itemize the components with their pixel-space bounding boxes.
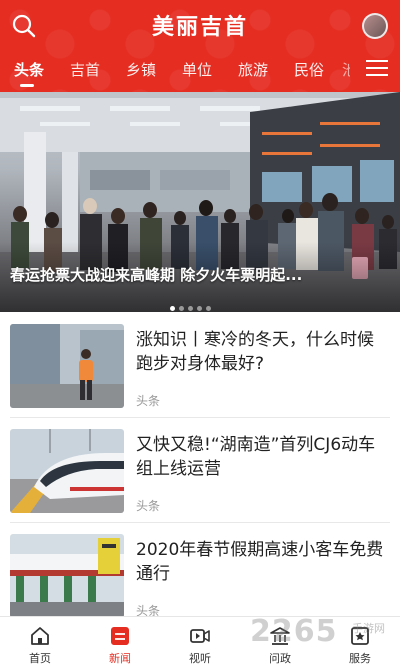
nav-video-label: 视听 xyxy=(189,652,211,665)
tab-jishou[interactable]: 吉首 xyxy=(70,60,100,80)
nav-news[interactable]: 新闻 xyxy=(80,617,160,666)
app-header: 美丽吉首 头条 吉首 乡镇 单位 旅游 民俗 池 xyxy=(0,0,400,92)
carousel-indicator xyxy=(170,296,215,311)
runner-image xyxy=(10,324,124,408)
nav-news-label: 新闻 xyxy=(109,652,131,665)
tab-folk[interactable]: 民俗 xyxy=(294,60,324,80)
divider xyxy=(10,522,390,523)
app-logo: 美丽吉首 xyxy=(151,14,248,40)
news-thumbnail xyxy=(10,534,124,618)
banner-carousel[interactable]: 春运抢票大战迎来高峰期 除夕火车票明起... xyxy=(0,92,400,312)
nav-service-label: 服务 xyxy=(349,652,371,665)
carousel-dot xyxy=(206,306,211,311)
tab-headline[interactable]: 头条 xyxy=(14,60,44,80)
carousel-dot-active xyxy=(170,306,175,311)
channel-tabs: 头条 吉首 乡镇 单位 旅游 民俗 池 xyxy=(0,54,350,92)
carousel-dot xyxy=(179,306,184,311)
news-source: 头条 xyxy=(136,394,161,408)
news-item[interactable]: 涨知识丨寒冷的冬天，什么时候跑步对身体最好? 头条 xyxy=(10,324,390,424)
toll-station-image xyxy=(10,534,124,618)
nav-video[interactable]: 视听 xyxy=(160,617,240,666)
channel-menu-button[interactable] xyxy=(366,60,388,78)
home-icon xyxy=(31,627,49,645)
user-avatar[interactable] xyxy=(362,13,388,39)
site-watermark: 2265 xyxy=(250,614,338,649)
nav-government-label: 问政 xyxy=(269,652,291,665)
tab-units[interactable]: 单位 xyxy=(182,60,212,80)
news-thumbnail xyxy=(10,429,124,513)
top-bar: 美丽吉首 xyxy=(0,0,400,54)
tab-travel[interactable]: 旅游 xyxy=(238,60,268,80)
news-title[interactable]: 又快又稳!“湖南造”首列CJ6动车组上线运营 xyxy=(136,433,390,481)
video-icon xyxy=(190,629,210,643)
divider xyxy=(10,417,390,418)
banner-caption[interactable]: 春运抢票大战迎来高峰期 除夕火车票明起... xyxy=(10,264,390,286)
carousel-dot xyxy=(197,306,202,311)
train-image xyxy=(10,429,124,513)
nav-home-label: 首页 xyxy=(29,652,51,665)
nav-home[interactable]: 首页 xyxy=(0,617,80,666)
news-icon xyxy=(111,627,129,645)
news-item[interactable]: 又快又稳!“湖南造”首列CJ6动车组上线运营 头条 xyxy=(10,429,390,529)
tab-more-partial[interactable]: 池 xyxy=(342,60,350,80)
news-title[interactable]: 2020年春节假期高速小客车免费通行 xyxy=(136,538,390,586)
site-watermark-sub: 手游网 xyxy=(352,622,385,635)
carousel-dot xyxy=(188,306,193,311)
news-title[interactable]: 涨知识丨寒冷的冬天，什么时候跑步对身体最好? xyxy=(136,328,390,376)
search-button[interactable] xyxy=(10,12,38,40)
news-thumbnail xyxy=(10,324,124,408)
active-tab-indicator xyxy=(20,84,34,87)
news-source: 头条 xyxy=(136,499,161,513)
search-icon xyxy=(12,14,36,38)
bottom-navigation: 首页 新闻 视听 问政 服务 xyxy=(0,616,400,666)
tab-towns[interactable]: 乡镇 xyxy=(126,60,156,80)
